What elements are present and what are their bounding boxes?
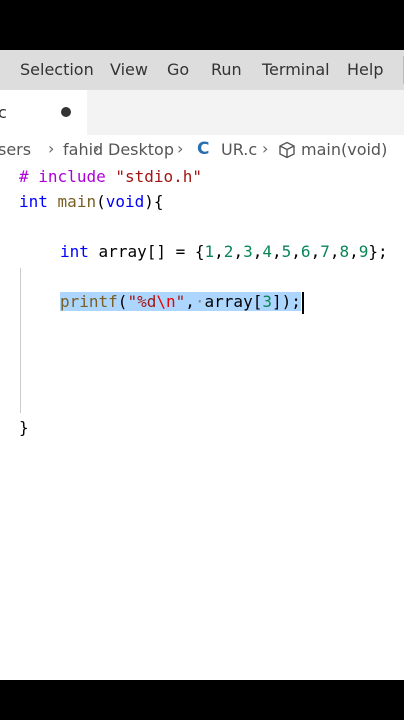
code-line-5: } (19, 418, 29, 437)
tab-active-file[interactable]: c (0, 90, 87, 135)
tab-bar: c (0, 90, 404, 135)
editor-window: Selection View Go Run Terminal Help c se… (0, 50, 404, 680)
code-editor[interactable]: # include "stdio.h" int main(void){ int … (0, 165, 404, 437)
code-line-3: int array[] = {1,2,3,4,5,6,7,8,9}; (60, 242, 388, 261)
breadcrumb-users[interactable]: sers (0, 140, 31, 159)
menu-view[interactable]: View (110, 60, 148, 79)
breadcrumb-desktop[interactable]: Desktop (108, 140, 174, 159)
menu-go[interactable]: Go (167, 60, 189, 79)
menu-run[interactable]: Run (211, 60, 242, 79)
breadcrumb: sers › fahid › Desktop › C UR.c › main(v… (0, 139, 404, 162)
menu-help[interactable]: Help (347, 60, 383, 79)
menu-bar: Selection View Go Run Terminal Help (0, 50, 404, 90)
menu-terminal[interactable]: Terminal (262, 60, 330, 79)
unsaved-dot-icon[interactable] (61, 107, 71, 117)
menu-selection[interactable]: Selection (20, 60, 94, 79)
chevron-right-icon: › (48, 139, 55, 158)
c-file-icon: C (197, 139, 210, 159)
text-cursor (301, 291, 304, 314)
code-line-4-selected: printf("%d\n",·array[3]); (60, 290, 304, 314)
code-line-2: int main(void){ (19, 192, 164, 211)
breadcrumb-symbol[interactable]: main(void) (301, 140, 387, 159)
chevron-right-icon: › (262, 139, 269, 158)
code-line-1: # include "stdio.h" (19, 167, 203, 186)
breadcrumb-file[interactable]: UR.c (221, 140, 257, 159)
tab-label: c (0, 103, 7, 122)
chevron-right-icon: › (177, 139, 184, 158)
chevron-right-icon: › (93, 139, 100, 158)
cube-symbol-icon (279, 141, 295, 159)
